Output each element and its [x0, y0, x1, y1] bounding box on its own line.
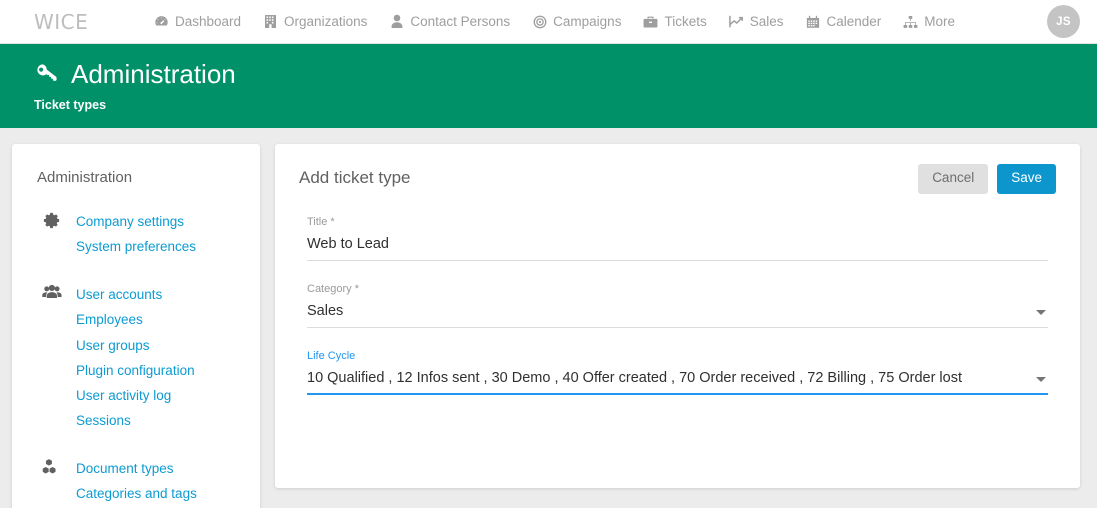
dashboard-icon — [154, 14, 169, 29]
field-label-life-cycle: Life Cycle — [307, 350, 356, 363]
page-subtitle: Ticket types — [34, 97, 107, 112]
sidebar-group-users: User accounts Employees User groups Plug… — [12, 282, 260, 433]
nav-label-tickets: Tickets — [664, 14, 707, 29]
field-life-cycle: Life Cycle 10 Qualified , 12 Infos sent … — [299, 350, 1056, 396]
nav-item-calender[interactable]: Calender — [806, 14, 882, 29]
avatar[interactable]: JS — [1047, 5, 1080, 38]
person-icon — [389, 14, 404, 29]
chevron-down-icon[interactable] — [1036, 377, 1046, 383]
nav-item-contact-persons[interactable]: Contact Persons — [389, 14, 510, 29]
nav-label-more: More — [924, 14, 956, 29]
sidebar-item-system-preferences[interactable]: System preferences — [12, 234, 260, 259]
page-banner: Administration Ticket types — [0, 44, 1097, 128]
field-label-title: Title * — [307, 215, 335, 228]
sidebar-title: Administration — [37, 169, 133, 186]
nav-item-tickets[interactable]: Tickets — [643, 14, 707, 29]
nav-item-campaigns[interactable]: Campaigns — [532, 14, 621, 29]
title-input[interactable]: Web to Lead — [307, 235, 389, 253]
nav-label-organizations: Organizations — [284, 14, 368, 29]
add-ticket-type-card: Add ticket type Cancel Save Title * Web … — [275, 144, 1080, 488]
field-label-category: Category * — [307, 282, 359, 295]
sidebar-item-user-activity-log[interactable]: User activity log — [12, 383, 260, 408]
nav-item-sales[interactable]: Sales — [728, 14, 784, 29]
admin-sidebar: Administration Company settings System p… — [12, 144, 260, 508]
card-header: Add ticket type Cancel Save — [299, 164, 1056, 194]
nav-label-calender: Calender — [826, 14, 882, 29]
field-category: Category * Sales — [299, 282, 1056, 329]
form-title: Add ticket type — [299, 168, 411, 187]
key-icon — [34, 61, 60, 87]
users-icon — [42, 284, 62, 303]
save-button[interactable]: Save — [997, 164, 1056, 194]
form-actions: Cancel Save — [918, 164, 1056, 194]
nav-item-more[interactable]: More — [903, 14, 955, 29]
sidebar-group-settings: Company settings System preferences — [12, 209, 260, 259]
cancel-button[interactable]: Cancel — [918, 164, 989, 194]
sidebar-item-sessions[interactable]: Sessions — [12, 408, 260, 433]
page-title-text: Administration — [71, 59, 236, 89]
field-title: Title * Web to Lead — [299, 216, 1056, 261]
chevron-down-icon[interactable] — [1036, 310, 1046, 316]
top-navigation-bar: WICE Dashboard Organizations Contact Per… — [0, 0, 1097, 44]
target-icon — [532, 14, 547, 29]
nav-item-dashboard[interactable]: Dashboard — [154, 14, 241, 29]
cubes-icon — [42, 458, 61, 477]
nav-label-sales: Sales — [749, 14, 784, 29]
field-row-title[interactable]: Web to Lead — [307, 235, 1048, 261]
sidebar-item-user-groups[interactable]: User groups — [12, 333, 260, 358]
life-cycle-select-value[interactable]: 10 Qualified , 12 Infos sent , 30 Demo ,… — [307, 369, 962, 387]
page-title: Administration — [34, 60, 1097, 89]
sidebar-group-documents: Document types Categories and tags — [12, 456, 260, 506]
calendar-icon — [806, 14, 821, 29]
field-row-category[interactable]: Sales — [307, 302, 1048, 329]
briefcase-icon — [643, 14, 658, 29]
main-nav-items: Dashboard Organizations Contact Persons … — [154, 14, 955, 29]
wice-logo[interactable]: WICE — [34, 12, 110, 32]
gear-icon — [42, 211, 61, 230]
nav-label-dashboard: Dashboard — [175, 14, 242, 29]
sidebar-item-plugin-configuration[interactable]: Plugin configuration — [12, 358, 260, 383]
content-area: Administration Company settings System p… — [0, 128, 1097, 508]
building-icon — [263, 14, 278, 29]
chart-line-icon — [728, 14, 744, 29]
sidebar-item-employees[interactable]: Employees — [12, 307, 260, 332]
nav-item-organizations[interactable]: Organizations — [263, 14, 367, 29]
nav-label-campaigns: Campaigns — [553, 14, 622, 29]
nav-label-contact-persons: Contact Persons — [410, 14, 511, 29]
sitemap-icon — [903, 14, 918, 29]
sidebar-item-categories-and-tags[interactable]: Categories and tags — [12, 481, 260, 506]
category-select-value[interactable]: Sales — [307, 302, 343, 320]
field-row-life-cycle[interactable]: 10 Qualified , 12 Infos sent , 30 Demo ,… — [307, 369, 1048, 396]
